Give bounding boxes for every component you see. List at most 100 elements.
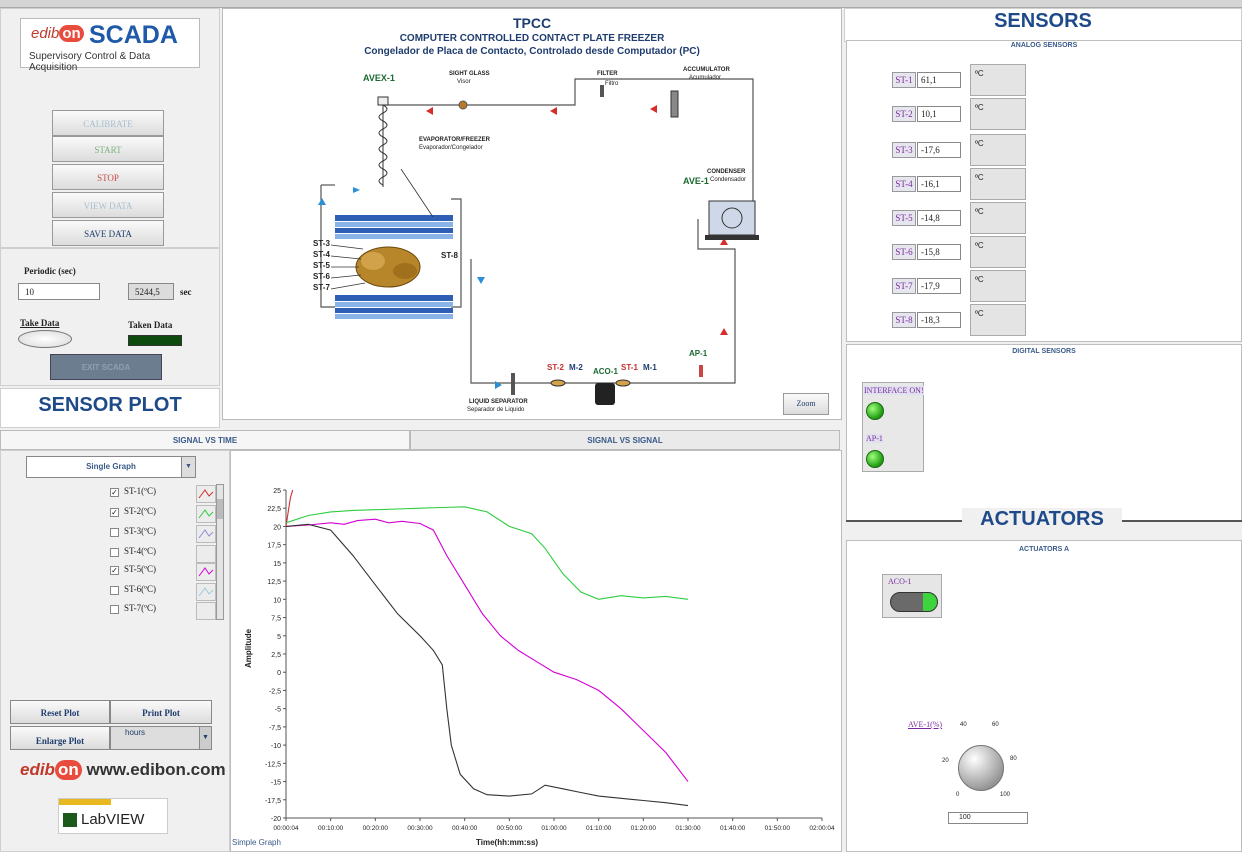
- time-unit-select[interactable]: hours ▼: [110, 726, 212, 750]
- checkbox-st-1[interactable]: ✓: [110, 488, 119, 497]
- checkbox-st-5[interactable]: ✓: [110, 566, 119, 575]
- edibon-logo-small: edib on: [20, 760, 82, 780]
- label-evaporator: EVAPORATOR/FREEZER: [419, 137, 491, 143]
- chart-xlabel: Time(hh:mm:ss): [476, 838, 539, 847]
- knob-tick-80: 80: [1010, 756, 1017, 762]
- interface-on-led: [866, 402, 884, 420]
- simple-graph-label: Simple Graph: [232, 838, 281, 847]
- x-tick-labels: 00:00:04 00:10:00 00:20:00 00:30:00 00:40:00…: [273, 825, 835, 832]
- label-filter-es: Filtro: [605, 81, 619, 87]
- checkbox-st-7[interactable]: [110, 605, 119, 614]
- sensor-unit: ºC: [970, 202, 1026, 234]
- labview-logo: LabVIEW: [58, 798, 168, 834]
- label-avex-1: AVEX-1: [363, 73, 395, 83]
- taken-data-label: Taken Data: [128, 320, 173, 330]
- y-tick-label: 0: [277, 670, 281, 677]
- checkbox-st-2[interactable]: ✓: [110, 508, 119, 517]
- y-tick-label: 5: [277, 634, 281, 641]
- checkbox-st-6[interactable]: [110, 586, 119, 595]
- sensor-unit: ºC: [970, 98, 1026, 130]
- sensor-row-st-5: ST-5 -14,8 ºC: [892, 202, 1028, 234]
- elapsed-unit: sec: [180, 287, 192, 297]
- x-tick-label: 00:30:00: [407, 825, 433, 832]
- knob-tick-100: 100: [1000, 792, 1011, 798]
- aco-1-label: ACO-1: [888, 577, 912, 586]
- sensor-name: ST-3: [892, 142, 916, 158]
- label-st-6: ST-6: [313, 272, 330, 281]
- chevron-down-icon[interactable]: ▼: [181, 457, 195, 477]
- take-data-button[interactable]: [18, 330, 72, 348]
- y-tick-label: 22,5: [267, 506, 281, 513]
- legend-swatch-st-7[interactable]: [196, 602, 216, 620]
- tab-signal-vs-time[interactable]: SIGNAL VS TIME: [0, 430, 410, 450]
- legend-swatch-st-5[interactable]: [196, 563, 216, 581]
- y-tick-label: 12,5: [267, 579, 281, 586]
- knob-tick-60: 60: [992, 722, 999, 728]
- y-tick-label: -2,5: [269, 688, 281, 695]
- sensor-row-st-3: ST-3 -17,6 ºC: [892, 134, 1028, 166]
- exit-scada-button[interactable]: EXIT SCADA: [50, 354, 162, 380]
- y-tick-label: 25: [273, 488, 281, 495]
- sensor-value: 10,1: [917, 106, 961, 122]
- save-data-button[interactable]: SAVE DATA: [52, 220, 164, 246]
- stop-button[interactable]: STOP: [52, 164, 164, 190]
- period-input[interactable]: 10: [18, 283, 100, 300]
- channel-label: ST-2(ºC): [124, 506, 156, 516]
- knob-tick-40: 40: [960, 722, 967, 728]
- x-tick-label: 00:50:00: [497, 825, 523, 832]
- checkbox-st-4[interactable]: [110, 548, 119, 557]
- scada-logo-text: SCADA: [89, 21, 178, 49]
- scrollbar-thumb[interactable]: [217, 499, 223, 519]
- ap-1-led: [866, 450, 884, 468]
- sensor-unit: ºC: [970, 270, 1026, 302]
- calibrate-button[interactable]: CALIBRATE: [52, 110, 164, 136]
- label-liquid-separator: LIQUID SEPARATOR: [469, 399, 528, 405]
- sensor-name: ST-6: [892, 244, 916, 260]
- digital-sensors-title: DIGITAL SENSORS: [1012, 348, 1076, 355]
- channel-label: ST-5(ºC): [124, 564, 156, 574]
- legend-swatch-st-6[interactable]: [196, 583, 216, 601]
- edibon-website: edib on www.edibon.com: [20, 760, 226, 780]
- channel-list-scrollbar[interactable]: [216, 484, 224, 620]
- ave-1-label: AVE-1(%): [908, 720, 943, 729]
- zoom-button[interactable]: Zoom: [783, 393, 829, 415]
- label-st-7: ST-7: [313, 283, 330, 292]
- print-plot-button[interactable]: Print Plot: [110, 700, 212, 724]
- enlarge-plot-button[interactable]: Enlarge Plot: [10, 726, 110, 750]
- view-data-button[interactable]: VIEW DATA: [52, 192, 164, 218]
- labview-logo-bar: [59, 799, 111, 805]
- period-label: Periodic (sec): [24, 266, 76, 276]
- chevron-down-icon[interactable]: ▼: [199, 727, 211, 749]
- label-m-2: M-2: [569, 363, 583, 372]
- label-ave-1: AVE-1: [683, 176, 709, 186]
- ave-1-value-input[interactable]: 100: [948, 812, 1028, 824]
- sensors-title: SENSORS: [994, 10, 1092, 32]
- y-tick-label: -15: [271, 780, 281, 787]
- taken-data-indicator: [128, 335, 182, 346]
- legend-swatch-st-4[interactable]: [196, 545, 216, 563]
- x-tick-label: 00:40:00: [452, 825, 478, 832]
- legend-swatch-st-3[interactable]: [196, 525, 216, 543]
- tab-signal-vs-signal[interactable]: SIGNAL VS SIGNAL: [410, 430, 840, 450]
- y-tick-label: 20: [273, 524, 281, 531]
- graph-mode-value: Single Graph: [86, 462, 136, 471]
- label-sight-glass-es: Visor: [457, 79, 471, 85]
- label-condenser-es: Condensador: [710, 177, 747, 183]
- sensor-name: ST-4: [892, 176, 916, 192]
- reset-plot-button[interactable]: Reset Plot: [10, 700, 110, 724]
- edibon-logo-text: edib on: [31, 25, 84, 42]
- label-accumulator-es: Acumulador: [689, 75, 722, 81]
- x-tick-label: 00:00:04: [273, 825, 299, 832]
- y-tick-label: -10: [271, 743, 281, 750]
- legend-swatch-st-2[interactable]: [196, 505, 216, 523]
- signal-vs-time-chart[interactable]: 25 22,5 20 17,5 15 12,5 10 7,5 5 2,5 0 -2,5 -5 -7,5 -1…: [230, 450, 842, 852]
- graph-mode-select[interactable]: Single Graph ▼: [26, 456, 196, 478]
- ave-1-knob[interactable]: [958, 745, 1004, 791]
- aco-1-toggle[interactable]: [890, 592, 938, 612]
- knob-tick-0: 0: [956, 792, 960, 798]
- legend-swatch-st-1[interactable]: [196, 485, 216, 503]
- start-button[interactable]: START: [52, 136, 164, 162]
- sensor-name: ST-2: [892, 106, 916, 122]
- actuators-panel-title: ACTUATORS A: [1018, 546, 1070, 553]
- checkbox-st-3[interactable]: [110, 528, 119, 537]
